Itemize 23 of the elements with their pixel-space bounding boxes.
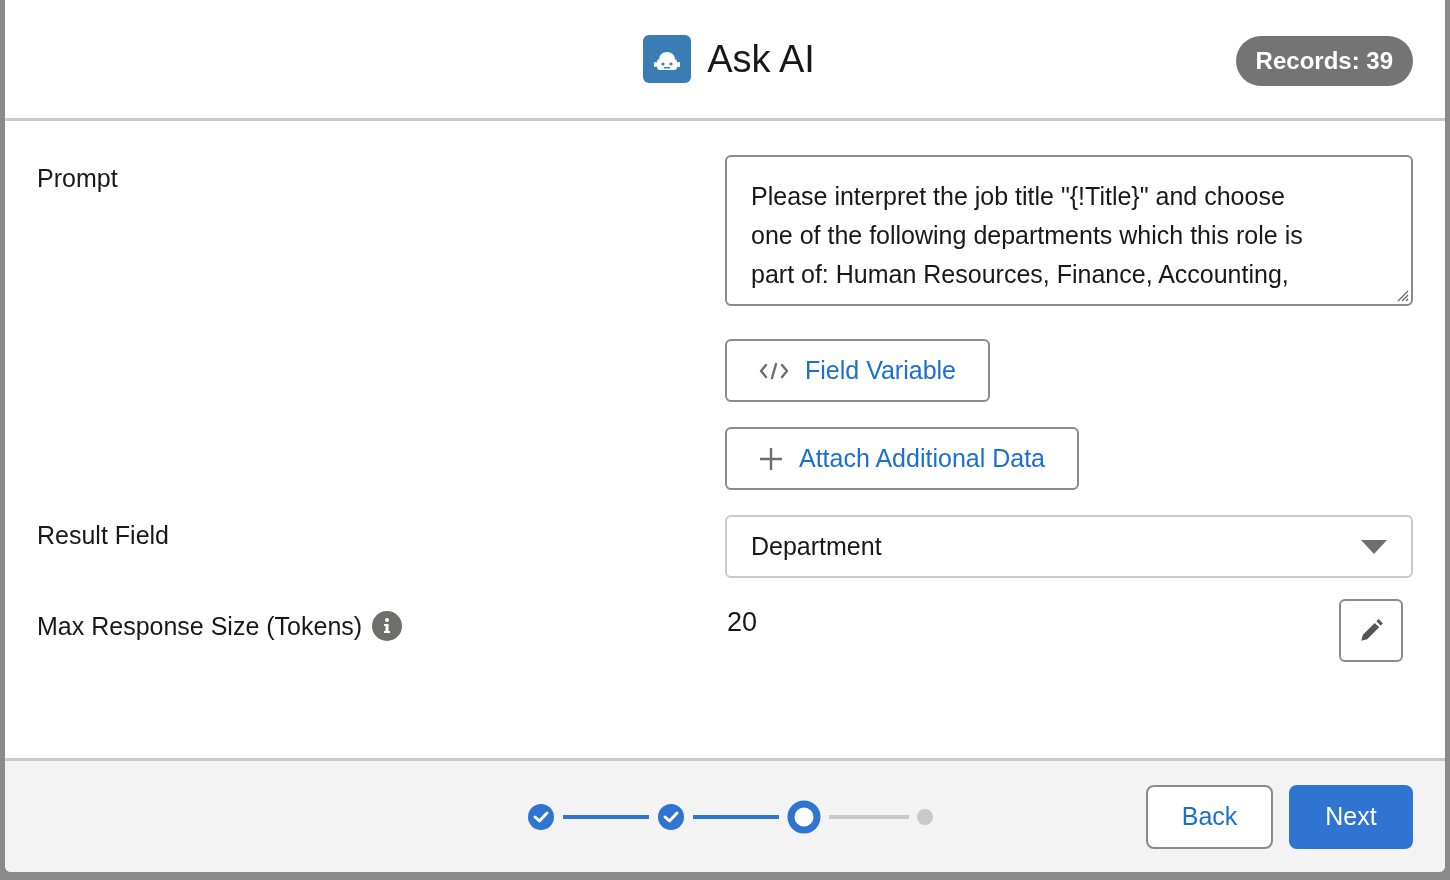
back-button[interactable]: Back [1146, 784, 1273, 849]
field-variable-button[interactable]: Field Variable [725, 339, 990, 402]
field-label: Max Response Size (Tokens) [37, 611, 363, 641]
step-complete-icon[interactable] [527, 802, 555, 831]
step-complete-icon[interactable] [657, 802, 685, 831]
field-label: Prompt [37, 163, 119, 194]
field-label: Result Field [37, 520, 170, 551]
result-field-select[interactable]: Department [725, 515, 1413, 578]
info-icon[interactable] [372, 611, 403, 641]
step-current-icon[interactable] [787, 799, 821, 834]
pencil-icon [1358, 617, 1384, 644]
code-icon [759, 361, 789, 380]
records-badge: Records: 39 [1235, 36, 1413, 86]
prompt-textarea[interactable]: Please interpret the job title "{!Title}" and choose one of the following departments which this role is part of: Human Resources, Finance, Accounting, [725, 155, 1413, 306]
dropdown-caret-icon [1361, 539, 1387, 554]
edit-button[interactable] [1339, 599, 1403, 662]
robot-icon [643, 35, 692, 83]
next-button[interactable]: Next [1289, 784, 1413, 849]
attach-data-button[interactable]: Attach Additional Data [725, 427, 1079, 490]
token-value: 20 [727, 607, 758, 638]
resize-grip-icon[interactable] [1395, 288, 1409, 302]
dialog-title: Ask AI [707, 37, 815, 81]
plus-icon [759, 446, 783, 471]
